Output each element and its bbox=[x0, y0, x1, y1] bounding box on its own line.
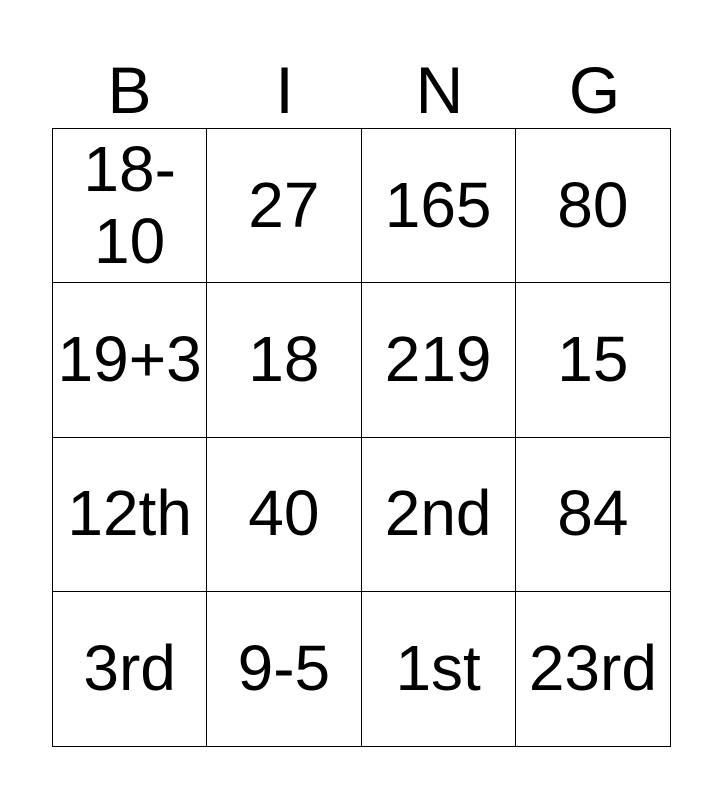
bingo-cell: 12th bbox=[53, 437, 208, 592]
bingo-cell: 27 bbox=[207, 129, 362, 284]
bingo-grid: 18- 10 27 165 80 19+3 18 219 15 12th 40 … bbox=[52, 128, 671, 747]
header-letter-b: B bbox=[107, 53, 152, 127]
header-letter-n: N bbox=[415, 53, 464, 127]
bingo-cell: 84 bbox=[515, 438, 670, 592]
bingo-cell: 3rd bbox=[53, 591, 208, 746]
bingo-cell: 9-5 bbox=[207, 591, 362, 746]
bingo-cell: 15 bbox=[515, 283, 670, 438]
bingo-cell: 18- 10 bbox=[53, 129, 208, 284]
bingo-header: B I N G bbox=[52, 52, 672, 128]
header-letter-i: I bbox=[275, 53, 294, 127]
bingo-cell: 219 bbox=[361, 283, 516, 438]
bingo-cell: 80 bbox=[515, 129, 670, 284]
bingo-cell: 23rd bbox=[528, 632, 657, 705]
bingo-cell: 40 bbox=[207, 437, 362, 592]
bingo-cell: 2nd bbox=[361, 437, 516, 592]
bingo-cell: 165 bbox=[361, 129, 516, 284]
bingo-cell: 18 bbox=[207, 283, 362, 438]
bingo-cell: 1st bbox=[362, 591, 516, 746]
header-letter-g: G bbox=[568, 53, 621, 127]
bingo-cell: 19+3 bbox=[53, 283, 208, 438]
